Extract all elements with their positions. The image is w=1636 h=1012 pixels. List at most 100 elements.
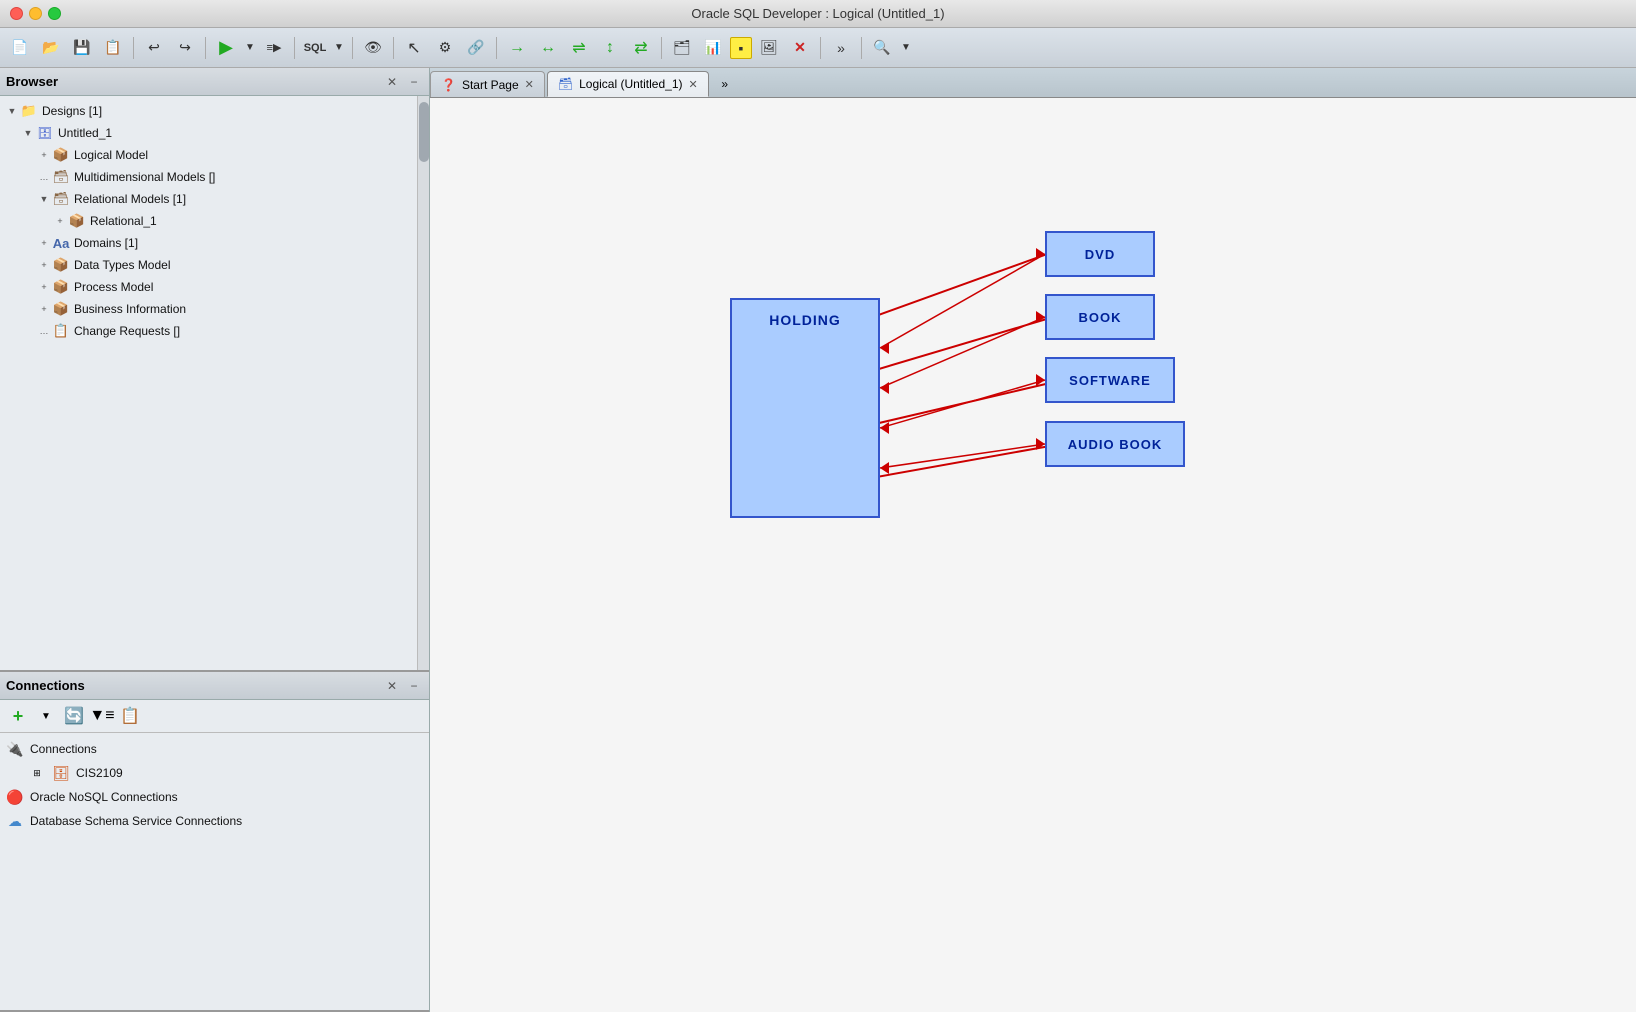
expander-untitled1[interactable]: ▼ — [20, 125, 36, 141]
expander-domains[interactable]: + — [36, 235, 52, 251]
diag-tool3[interactable]: ⇌ — [565, 34, 593, 62]
maximize-window-button[interactable] — [48, 7, 61, 20]
expander-process[interactable]: + — [36, 279, 52, 295]
minimize-window-button[interactable] — [29, 7, 42, 20]
next-button[interactable]: » — [827, 34, 855, 62]
new-connection-button[interactable]: + — [6, 704, 30, 728]
entity-holding[interactable]: HOLDING — [730, 298, 880, 518]
diag-tool7[interactable]: 📊 — [699, 34, 727, 62]
icon-datatypes: 📦 — [52, 256, 70, 274]
expander-relational-models[interactable]: ▼ — [36, 191, 52, 207]
tree-item-change-requests[interactable]: … 📋 Change Requests [] — [0, 320, 417, 342]
expander-multidim[interactable]: … — [36, 169, 52, 185]
diag-tool1[interactable]: → — [503, 34, 531, 62]
cursor-button[interactable]: ↖ — [400, 34, 428, 62]
diag-tool5[interactable]: ⇄ — [627, 34, 655, 62]
connections-tree: 🔌 Connections ⊞ 🗄 CIS2109 🔴 Oracle NoSQL… — [0, 733, 429, 1010]
tab-logical[interactable]: 🗃 Logical (Untitled_1) ✕ — [547, 71, 709, 97]
diagram-svg — [430, 98, 1636, 1012]
settings-button[interactable]: ⚙ — [431, 34, 459, 62]
refresh-connections-button[interactable]: 🔄 — [62, 704, 86, 728]
filter-button[interactable]: ▼≡ — [90, 704, 114, 728]
close-window-button[interactable] — [10, 7, 23, 20]
diag-tool9[interactable]: 🖼 — [755, 34, 783, 62]
run-script-button[interactable]: ≡▶ — [260, 34, 288, 62]
dvd-label: DVD — [1085, 247, 1115, 262]
browser-panel: Browser ✕ − ▼ 📁 Designs [1] — [0, 68, 429, 672]
entity-book[interactable]: BOOK — [1045, 294, 1155, 340]
label-cis2109: CIS2109 — [76, 766, 123, 780]
tree-item-designs[interactable]: ▼ 📁 Designs [1] — [0, 100, 417, 122]
diag-tool6[interactable]: 🗂 — [668, 34, 696, 62]
connections-header: Connections ✕ − — [0, 672, 429, 700]
connections-minimize-button[interactable]: − — [405, 677, 423, 695]
entity-audiobook[interactable]: AUDIO BOOK — [1045, 421, 1185, 467]
tree-item-untitled1[interactable]: ▼ 🗄 Untitled_1 — [0, 122, 417, 144]
browser-minimize-button[interactable]: − — [405, 73, 423, 91]
label-business-info: Business Information — [74, 302, 186, 316]
save-all-button[interactable]: 📋 — [99, 34, 127, 62]
expander-change-requests[interactable]: … — [36, 323, 52, 339]
separator-3 — [294, 37, 295, 59]
tree-item-process-model[interactable]: + 📦 Process Model — [0, 276, 417, 298]
tree-item-logical-model[interactable]: + 📦 Logical Model — [0, 144, 417, 166]
tree-item-multidim[interactable]: … 🗃 Multidimensional Models [] — [0, 166, 417, 188]
label-nosql: Oracle NoSQL Connections — [30, 790, 178, 804]
entity-software[interactable]: SOFTWARE — [1045, 357, 1175, 403]
conn-item-cis2109[interactable]: ⊞ 🗄 CIS2109 — [0, 761, 429, 785]
undo-button[interactable]: ↩ — [140, 34, 168, 62]
run-button[interactable]: ▶ — [212, 34, 240, 62]
icon-dbschema: ☁ — [6, 812, 24, 830]
tree-item-relational-models[interactable]: ▼ 🗃 Relational Models [1] — [0, 188, 417, 210]
diagram-canvas[interactable]: HOLDING DVD BOOK SOFTWARE AUDIO BOOK — [430, 98, 1636, 1012]
sql-dropdown-button[interactable]: ▼ — [332, 34, 346, 62]
icon-cis2109-expand[interactable]: ⊞ — [28, 764, 46, 782]
expander-logical[interactable]: + — [36, 147, 52, 163]
tree-item-datatypes[interactable]: + 📦 Data Types Model — [0, 254, 417, 276]
save-button[interactable]: 💾 — [68, 34, 96, 62]
conn-item-connections[interactable]: 🔌 Connections — [0, 737, 429, 761]
sql-button[interactable]: SQL — [301, 34, 329, 62]
diag-tool8[interactable]: ▪ — [730, 37, 752, 59]
conn-item-nosql[interactable]: 🔴 Oracle NoSQL Connections — [0, 785, 429, 809]
expander-datatypes[interactable]: + — [36, 257, 52, 273]
open-file-button[interactable]: 📂 — [37, 34, 65, 62]
expander-business-info[interactable]: + — [36, 301, 52, 317]
separator-2 — [205, 37, 206, 59]
icon-change-requests: 📋 — [52, 322, 70, 340]
close-start-tab[interactable]: ✕ — [525, 78, 534, 91]
connections-close-button[interactable]: ✕ — [383, 677, 401, 695]
expander-designs[interactable]: ▼ — [4, 103, 20, 119]
main-toolbar: 📄 📂 💾 📋 ↩ ↪ ▶ ▼ ≡▶ SQL ▼ 👁 ↖ ⚙ 🔗 → ↔ ⇌ ↕… — [0, 28, 1636, 68]
book-label: BOOK — [1079, 310, 1122, 325]
close-logical-tab[interactable]: ✕ — [689, 78, 698, 91]
browser-scrollbar[interactable] — [417, 96, 429, 670]
run-dropdown-button[interactable]: ▼ — [243, 34, 257, 62]
tree-item-domains[interactable]: + Aа Domains [1] — [0, 232, 417, 254]
diag-tool2[interactable]: ↔ — [534, 34, 562, 62]
new-file-button[interactable]: 📄 — [6, 34, 34, 62]
tab-more-button[interactable]: » — [715, 71, 735, 97]
expander-relational1[interactable]: + — [52, 213, 68, 229]
browser-close-button[interactable]: ✕ — [383, 73, 401, 91]
redo-button[interactable]: ↪ — [171, 34, 199, 62]
separator-7 — [661, 37, 662, 59]
browser-scrollbar-thumb[interactable] — [419, 102, 429, 162]
tree-item-business-info[interactable]: + 📦 Business Information — [0, 298, 417, 320]
tab-start-page[interactable]: ❓ Start Page ✕ — [430, 71, 545, 97]
monitor-button[interactable]: 👁 — [359, 34, 387, 62]
entity-dvd[interactable]: DVD — [1045, 231, 1155, 277]
new-connection-dropdown[interactable]: ▼ — [34, 704, 58, 728]
diag-tool4[interactable]: ↕ — [596, 34, 624, 62]
holding-label: HOLDING — [732, 312, 878, 328]
zoom-in-button[interactable]: 🔍 — [868, 34, 896, 62]
tree-item-relational1[interactable]: + 📦 Relational_1 — [0, 210, 417, 232]
close-diagram-button[interactable]: ✕ — [786, 34, 814, 62]
window-title: Oracle SQL Developer : Logical (Untitled… — [691, 6, 944, 21]
schema-button[interactable]: 📋 — [118, 704, 142, 728]
connect-button[interactable]: 🔗 — [462, 34, 490, 62]
zoom-dropdown-button[interactable]: ▼ — [899, 34, 913, 62]
icon-cis2109: 🗄 — [52, 764, 70, 782]
conn-item-dbschema[interactable]: ☁ Database Schema Service Connections — [0, 809, 429, 833]
title-bar: Oracle SQL Developer : Logical (Untitled… — [0, 0, 1636, 28]
